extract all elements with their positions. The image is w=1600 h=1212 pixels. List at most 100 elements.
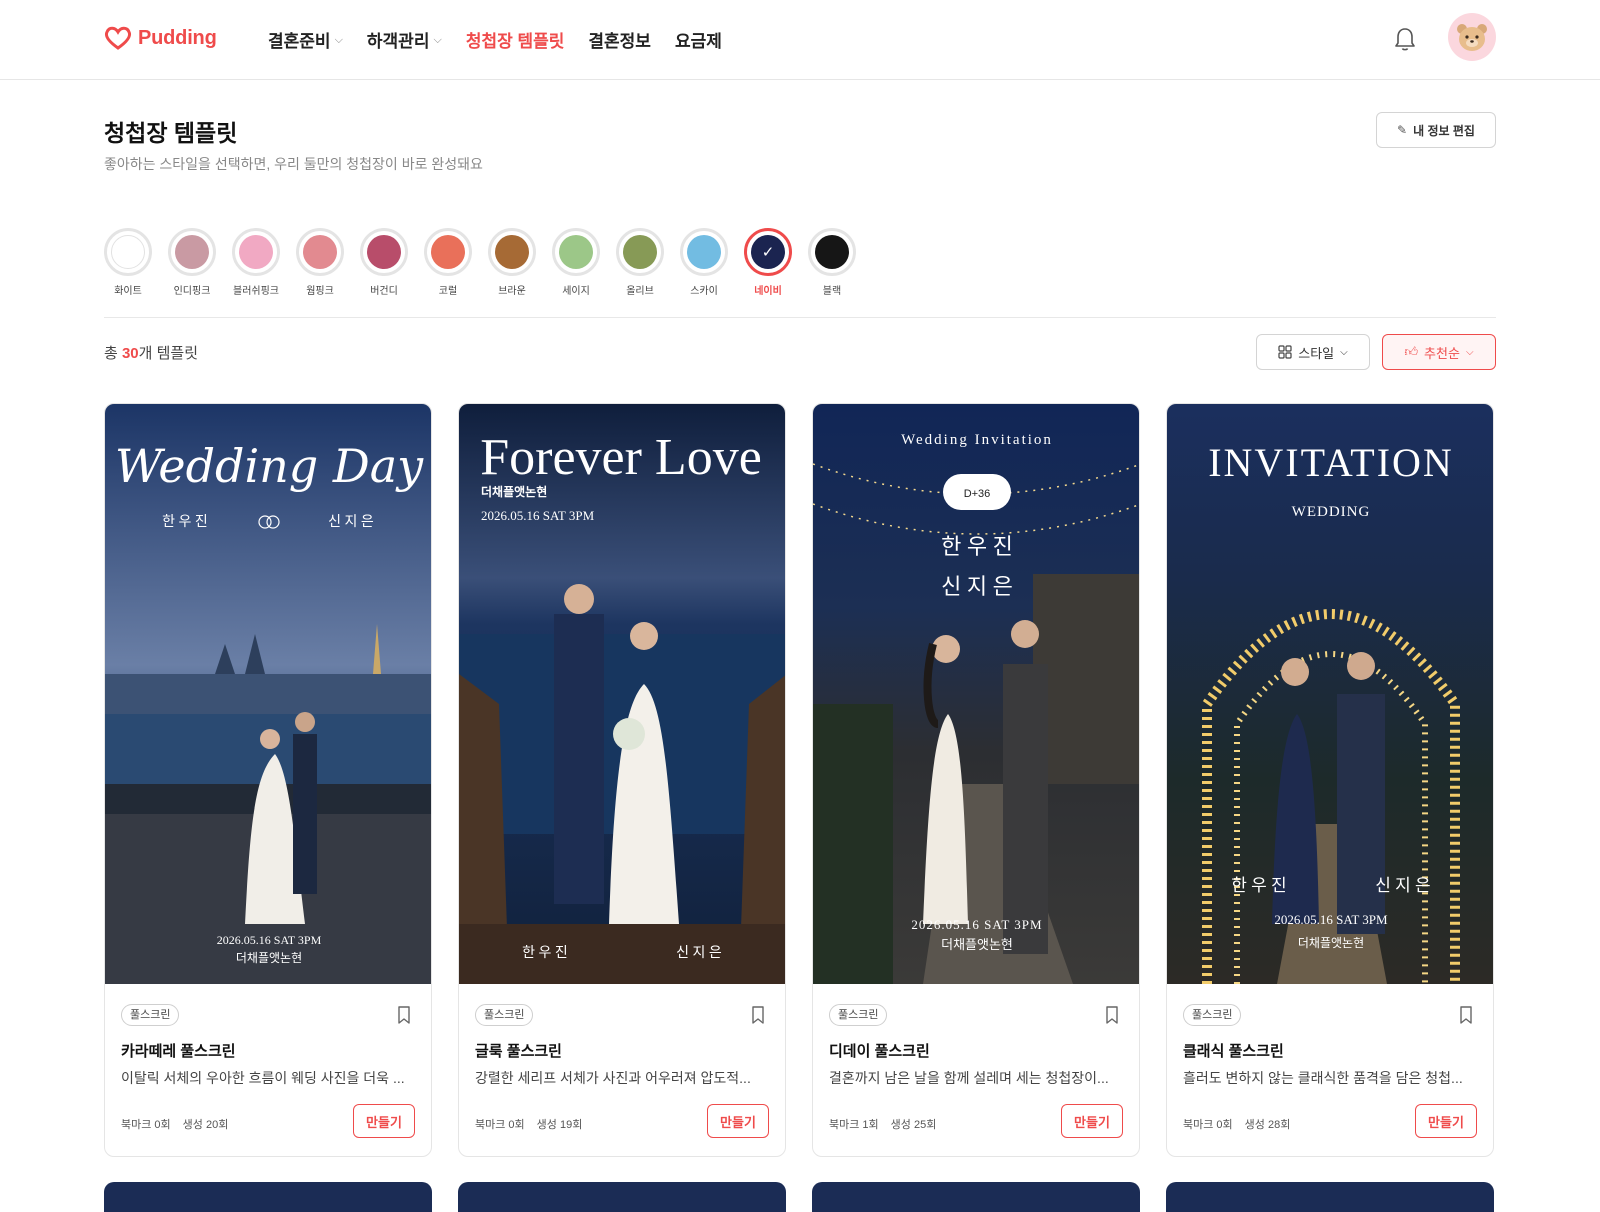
swatch-ring: [424, 228, 472, 276]
thumb-date: 2026.05.16 SAT 3PM: [1274, 912, 1388, 927]
edit-info-button[interactable]: ✎ 내 정보 편집: [1376, 112, 1496, 148]
sort-button[interactable]: 👍︎ 추천순 ⌵: [1382, 334, 1496, 370]
template-card-partial[interactable]: [812, 1182, 1140, 1212]
template-card-partial[interactable]: [458, 1182, 786, 1212]
make-button[interactable]: 만들기: [1061, 1104, 1123, 1138]
type-badge: 풀스크린: [1183, 1004, 1242, 1026]
card-body: 풀스크린 클래식 풀스크린 흘러도 변하지 않는 클래식한 품격을 담은 청첩.…: [1167, 984, 1493, 1156]
page-subtitle: 좋아하는 스타일을 선택하면, 우리 둘만의 청첩장이 바로 완성돼요: [104, 156, 483, 172]
template-thumbnail[interactable]: Forever Love 더채플앳논현 2026.05.16 SAT 3PM 한…: [459, 404, 785, 984]
make-button[interactable]: 만들기: [353, 1104, 415, 1138]
color-swatch[interactable]: 코럴: [424, 228, 472, 297]
color-swatch[interactable]: 올리브: [616, 228, 664, 297]
template-card[interactable]: INVITATION WEDDING 한 우 진 신 지 은 2026.05.1…: [1166, 403, 1494, 1157]
swatch-label: 네이비: [754, 286, 782, 297]
bookmark-count: 북마크 0회: [1183, 1119, 1233, 1131]
template-text-overlay: Wedding Invitation D+36 한 우 진 신 지 은 2026…: [901, 432, 1053, 952]
card-stats: 북마크 0회 생성 28회: [1183, 1116, 1290, 1132]
bookmark-count: 북마크 0회: [121, 1119, 171, 1131]
card-stats: 북마크 0회 생성 20회: [121, 1116, 228, 1132]
template-thumbnail[interactable]: Wedding Invitation D+36 한 우 진 신 지 은 2026…: [813, 404, 1139, 984]
swatch-ring: [232, 228, 280, 276]
thumb-bride: 신 지 은: [941, 574, 1013, 599]
swatch-label: 인디핑크: [173, 286, 211, 297]
color-swatch[interactable]: 블러쉬핑크: [232, 228, 280, 297]
bookmark-icon[interactable]: [397, 1006, 411, 1024]
swatch-color: [239, 235, 273, 269]
sort-label: 추천순: [1424, 345, 1460, 361]
make-button[interactable]: 만들기: [1415, 1104, 1477, 1138]
swatch-label: 블러쉬핑크: [233, 286, 279, 297]
nav-label: 하객관리: [366, 32, 430, 51]
nav-guest-manage[interactable]: 하객관리 ⌵: [367, 27, 442, 52]
thumb-headline: Wedding Invitation: [901, 432, 1053, 448]
thumb-venue: 더채플앳논현: [481, 484, 547, 499]
card-body: 풀스크린 디데이 풀스크린 결혼까지 남은 날을 함께 설레며 세는 청첩장이.…: [813, 984, 1139, 1156]
pencil-icon: ✎: [1397, 123, 1408, 137]
thumb-headline: INVITATION: [1208, 440, 1454, 485]
thumb-venue: 더채플앳논현: [941, 937, 1013, 952]
total-suffix: 개 템플릿: [138, 345, 199, 362]
template-card[interactable]: Forever Love 더채플앳논현 2026.05.16 SAT 3PM 한…: [458, 403, 786, 1157]
chevron-down-icon: ⌵: [334, 34, 343, 46]
nav-templates[interactable]: 청첩장 템플릿: [466, 27, 565, 52]
logo-text: Pudding: [138, 26, 217, 49]
bell-icon[interactable]: [1390, 24, 1420, 54]
nav-wedding-info[interactable]: 결혼정보: [588, 27, 651, 52]
swatch-label: 버건디: [370, 286, 398, 297]
template-card[interactable]: Wedding Invitation D+36 한 우 진 신 지 은 2026…: [812, 403, 1140, 1157]
color-swatch[interactable]: 세이지: [552, 228, 600, 297]
color-swatch[interactable]: ✓ 네이비: [744, 228, 792, 297]
template-card[interactable]: Wedding Day 한 우 진 신 지 은 2026.05.16 SAT 3…: [104, 403, 432, 1157]
template-thumbnail[interactable]: Wedding Day 한 우 진 신 지 은 2026.05.16 SAT 3…: [105, 404, 431, 984]
card-title: 디데이 풀스크린: [829, 1043, 930, 1060]
thumb-date: 2026.05.16 SAT 3PM: [217, 933, 322, 947]
swatch-color: [495, 235, 529, 269]
template-card-partial[interactable]: [104, 1182, 432, 1212]
swatch-color: [367, 235, 401, 269]
dday-text: D+36: [964, 488, 991, 500]
thumb-date: 2026.05.16 SAT 3PM: [911, 917, 1042, 932]
color-swatch[interactable]: 버건디: [360, 228, 408, 297]
type-badge: 풀스크린: [475, 1004, 534, 1026]
swatch-ring: [104, 228, 152, 276]
make-button[interactable]: 만들기: [707, 1104, 769, 1138]
swatch-color: [623, 235, 657, 269]
swatch-color: [687, 235, 721, 269]
color-swatch[interactable]: 브라운: [488, 228, 536, 297]
style-filter-button[interactable]: 스타일 ⌵: [1256, 334, 1370, 370]
thumb-headline: Forever Love: [480, 429, 762, 486]
thumb-bride: 신 지 은: [1375, 876, 1430, 895]
template-text-overlay: INVITATION WEDDING 한 우 진 신 지 은 2026.05.1…: [1208, 440, 1454, 950]
swatch-label: 스카이: [690, 286, 718, 297]
thumb-bride: 신 지 은: [676, 945, 722, 961]
color-swatch[interactable]: 블랙: [808, 228, 856, 297]
bookmark-icon[interactable]: [1105, 1006, 1119, 1024]
color-swatch[interactable]: 인디핑크: [168, 228, 216, 297]
swatch-color: [431, 235, 465, 269]
color-swatch[interactable]: 화이트: [104, 228, 152, 297]
swatch-color: [175, 235, 209, 269]
thumb-groom: 한 우 진: [162, 514, 208, 530]
template-thumbnail[interactable]: INVITATION WEDDING 한 우 진 신 지 은 2026.05.1…: [1167, 404, 1493, 984]
bookmark-count: 북마크 1회: [829, 1119, 879, 1131]
swatch-color: [303, 235, 337, 269]
bookmark-icon[interactable]: [751, 1006, 765, 1024]
swatch-ring: [488, 228, 536, 276]
swatch-color: [559, 235, 593, 269]
type-badge: 풀스크린: [829, 1004, 888, 1026]
nav-label: 요금제: [674, 32, 722, 51]
color-swatch[interactable]: 웜핑크: [296, 228, 344, 297]
nav-wedding-prep[interactable]: 결혼준비 ⌵: [268, 27, 343, 52]
template-card-partial[interactable]: [1166, 1182, 1494, 1212]
color-swatch[interactable]: 스카이: [680, 228, 728, 297]
thumb-groom: 한 우 진: [1231, 876, 1286, 895]
logo[interactable]: Pudding: [104, 26, 217, 50]
avatar[interactable]: [1448, 13, 1496, 61]
thumb-venue: 더채플앳논현: [236, 951, 302, 965]
swatch-label: 코럴: [438, 286, 458, 297]
bookmark-icon[interactable]: [1459, 1006, 1473, 1024]
nav-pricing[interactable]: 요금제: [675, 27, 722, 52]
swatch-ring: [808, 228, 856, 276]
main-nav: 결혼준비 ⌵ 하객관리 ⌵ 청첩장 템플릿 결혼정보 요금제: [268, 27, 722, 52]
